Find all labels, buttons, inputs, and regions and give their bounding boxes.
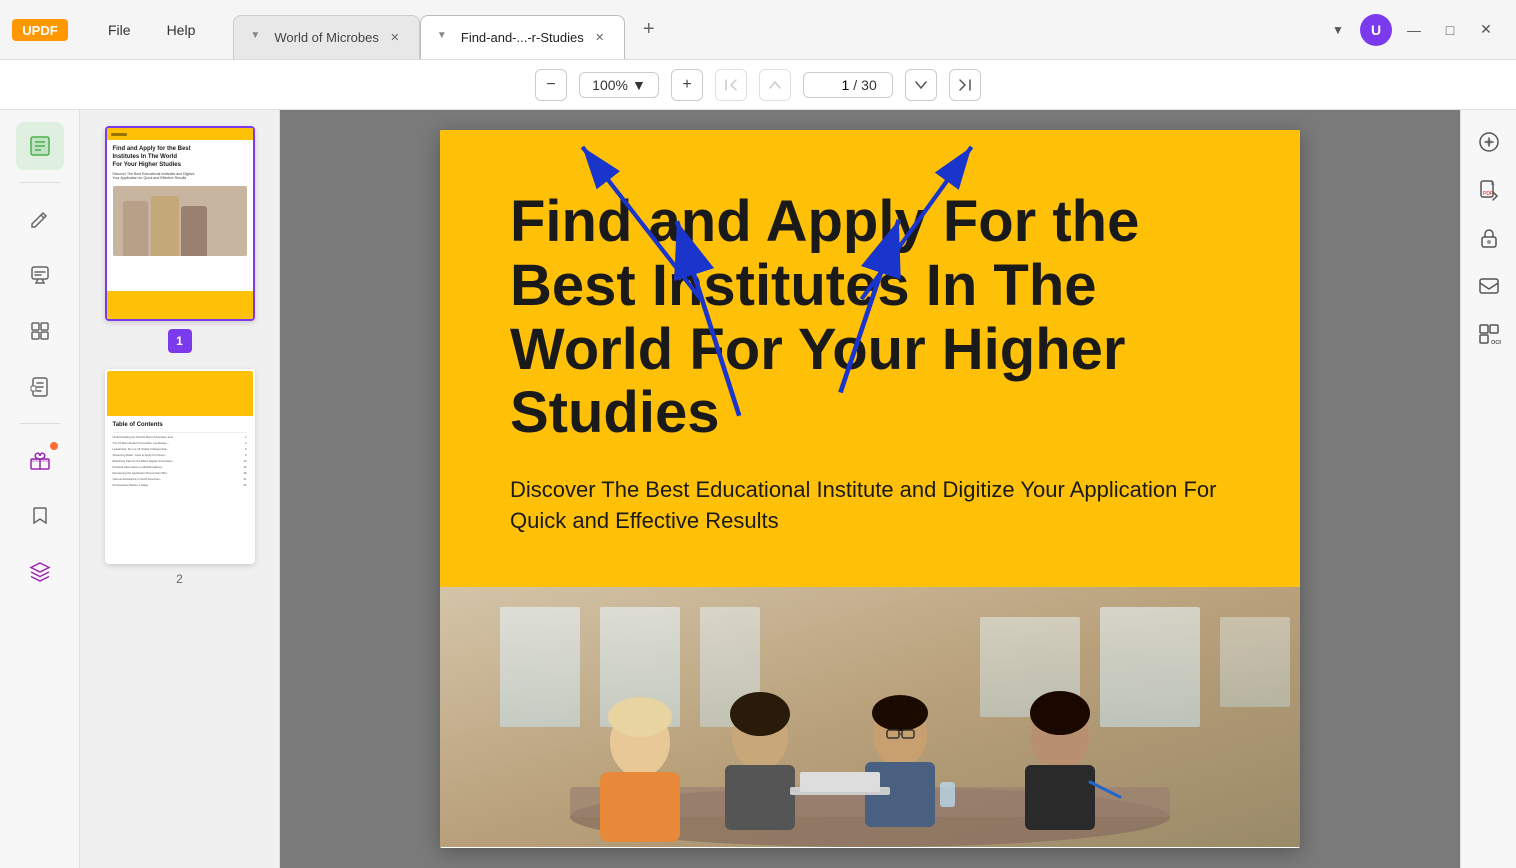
right-sidebar-ocr[interactable]: OCR — [1469, 314, 1509, 354]
tabs-area: ▼ World of Microbes ✕ ▼ Find-and-...-r-S… — [223, 0, 1324, 59]
sidebar-icon-reader[interactable] — [16, 122, 64, 170]
gift-badge — [50, 442, 58, 450]
last-page-button[interactable] — [949, 69, 981, 101]
thumbnail-page-num-2: 2 — [176, 572, 183, 586]
sidebar-icon-annotate[interactable] — [16, 251, 64, 299]
right-sidebar-ai[interactable] — [1469, 122, 1509, 162]
sidebar-icon-gift[interactable] — [16, 436, 64, 484]
menu-help[interactable]: Help — [159, 18, 204, 42]
pdf-yellow-section: Find and Apply For the Best Institutes I… — [440, 130, 1300, 587]
tab-world-microbes[interactable]: ▼ World of Microbes ✕ — [233, 15, 420, 59]
right-sidebar-lock[interactable] — [1469, 218, 1509, 258]
title-bar: UPDF File Help ▼ World of Microbes ✕ ▼ F… — [0, 0, 1516, 60]
thumbnail-page-2[interactable]: Table of Contents Understanding the Worl… — [92, 369, 267, 586]
thumbnails-panel: Find and Apply for the BestInstitutes In… — [80, 110, 280, 868]
right-sidebar-pdf-convert[interactable]: PDF — [1469, 170, 1509, 210]
tab-find-studies[interactable]: ▼ Find-and-...-r-Studies ✕ — [420, 15, 625, 59]
pdf-page: Find and Apply For the Best Institutes I… — [440, 130, 1300, 848]
prev-page-button[interactable] — [759, 69, 791, 101]
menu-area: File Help — [80, 18, 223, 42]
tab-close-world-microbes[interactable]: ✕ — [387, 30, 403, 46]
sidebar-icon-bookmark[interactable] — [16, 492, 64, 540]
window-controls: ▼ U — □ ✕ — [1324, 14, 1516, 46]
toolbar: − 100% ▼ + / 30 — [0, 60, 1516, 110]
user-avatar[interactable]: U — [1360, 14, 1392, 46]
zoom-out-button[interactable]: − — [535, 69, 567, 101]
tab-list-button[interactable]: ▼ — [1324, 16, 1352, 44]
thumbnail-page-badge-1: 1 — [168, 329, 192, 353]
pdf-image-section — [440, 587, 1300, 847]
tab-dropdown-arrow[interactable]: ▼ — [250, 30, 266, 46]
thumbnail-page-1[interactable]: Find and Apply for the BestInstitutes In… — [92, 126, 267, 353]
svg-text:OCR: OCR — [1491, 340, 1501, 346]
sidebar-divider-2 — [20, 423, 60, 424]
right-sidebar-mail[interactable] — [1469, 266, 1509, 306]
svg-text:UPDF: UPDF — [22, 23, 57, 38]
pdf-area[interactable]: Find and Apply For the Best Institutes I… — [280, 110, 1460, 868]
sidebar-icon-edit[interactable] — [16, 195, 64, 243]
main-content: Find and Apply for the BestInstitutes In… — [0, 110, 1516, 868]
tab-dropdown-arrow-2[interactable]: ▼ — [437, 30, 453, 46]
sidebar-icon-organize[interactable] — [16, 307, 64, 355]
close-button[interactable]: ✕ — [1472, 16, 1500, 44]
minimize-button[interactable]: — — [1400, 16, 1428, 44]
app-logo: UPDF — [0, 15, 80, 45]
menu-file[interactable]: File — [100, 18, 139, 42]
maximize-button[interactable]: □ — [1436, 16, 1464, 44]
first-page-button[interactable] — [715, 69, 747, 101]
pdf-subtitle: Discover The Best Educational Institute … — [510, 475, 1230, 537]
thumb2-content: Table of Contents Understanding the Worl… — [107, 371, 253, 562]
thumb1-content: Find and Apply for the BestInstitutes In… — [107, 128, 253, 319]
page-input[interactable] — [819, 77, 849, 93]
thumbnail-img-1: Find and Apply for the BestInstitutes In… — [105, 126, 255, 321]
sidebar-divider-1 — [20, 182, 60, 183]
thumbnail-img-2: Table of Contents Understanding the Worl… — [105, 369, 255, 564]
page-separator: / — [853, 77, 857, 93]
tab-label-world-microbes: World of Microbes — [274, 30, 379, 45]
tab-label-find-studies: Find-and-...-r-Studies — [461, 30, 584, 45]
fake-people-image — [440, 587, 1300, 847]
zoom-display[interactable]: 100% ▼ — [579, 72, 659, 98]
zoom-level-text: 100% — [592, 77, 628, 93]
left-sidebar — [0, 110, 80, 868]
tab-close-find-studies[interactable]: ✕ — [592, 30, 608, 46]
zoom-in-button[interactable]: + — [671, 69, 703, 101]
pdf-main-title: Find and Apply For the Best Institutes I… — [510, 190, 1230, 445]
zoom-dropdown-icon: ▼ — [632, 77, 646, 93]
sidebar-icon-layers[interactable] — [16, 548, 64, 596]
sidebar-icon-extract[interactable] — [16, 363, 64, 411]
tab-add-button[interactable]: + — [633, 14, 665, 46]
svg-text:PDF: PDF — [1483, 191, 1493, 197]
next-page-button[interactable] — [905, 69, 937, 101]
total-pages: 30 — [861, 77, 877, 93]
right-sidebar: PDF OCR — [1460, 110, 1516, 868]
page-indicator[interactable]: / 30 — [803, 72, 893, 98]
